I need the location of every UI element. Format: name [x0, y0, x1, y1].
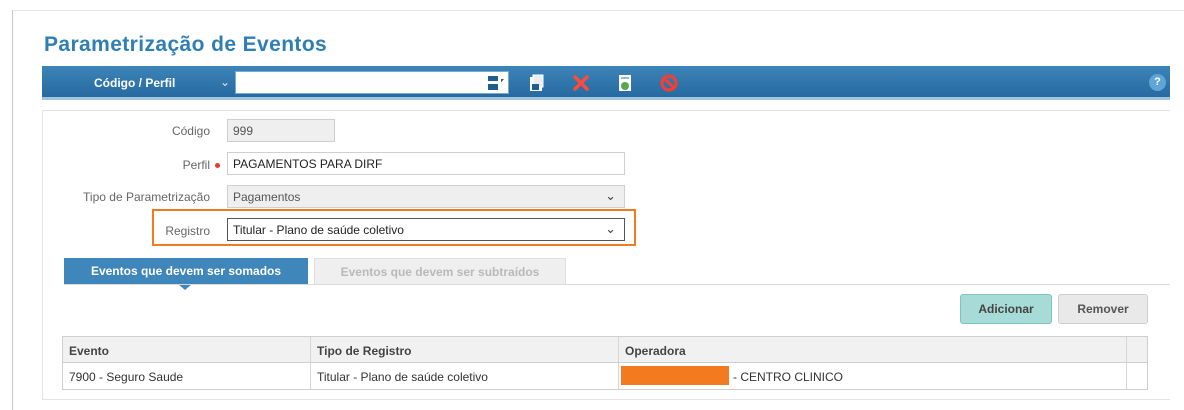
tab-eventos-subtraidos[interactable]: Eventos que devem ser subtraídos — [314, 258, 566, 284]
perfil-label: Perfil — [182, 158, 210, 172]
required-indicator — [215, 163, 220, 168]
remove-button[interactable]: Remover — [1058, 294, 1148, 324]
registro-label: Registro — [165, 224, 210, 238]
events-table: Evento Tipo de Registro Operadora 7900 -… — [62, 336, 1148, 390]
tipo-select: Pagamentos ⌄ — [227, 185, 625, 208]
add-button[interactable]: Adicionar — [960, 294, 1052, 324]
help-icon[interactable]: ? — [1149, 74, 1166, 91]
delete-icon[interactable] — [571, 73, 591, 93]
operadora-text: - CENTRO CLINICO — [733, 370, 844, 384]
chevron-down-icon[interactable]: ⌄ — [605, 221, 616, 237]
toolbar-label: Código / Perfil — [94, 76, 176, 90]
cell-extra — [1127, 363, 1147, 389]
profile-select[interactable] — [235, 71, 509, 94]
toolbar: Código / Perfil ⌄ ? — [42, 66, 1170, 100]
column-header-tipo-registro[interactable]: Tipo de Registro — [311, 337, 619, 362]
cell-tipo-registro: Titular - Plano de saúde coletivo — [311, 363, 619, 389]
chevron-down-icon: ⌄ — [605, 188, 616, 203]
chevron-down-icon[interactable]: ⌄ — [220, 75, 230, 89]
copy-icon[interactable] — [615, 73, 635, 93]
save-as-icon[interactable] — [527, 73, 547, 93]
save-icon[interactable] — [483, 73, 503, 93]
tab-divider — [64, 284, 1170, 285]
column-header-extra — [1127, 337, 1147, 362]
tipo-label: Tipo de Parametrização — [83, 190, 210, 204]
table-header: Evento Tipo de Registro Operadora — [63, 337, 1147, 363]
registro-value: Titular - Plano de saúde coletivo — [233, 223, 404, 237]
column-header-operadora[interactable]: Operadora — [619, 337, 1127, 362]
perfil-value: PAGAMENTOS PARA DIRF — [233, 157, 383, 171]
codigo-field: 999 — [227, 119, 335, 142]
tab-eventos-somados[interactable]: Eventos que devem ser somados — [64, 258, 308, 290]
cancel-icon[interactable] — [659, 73, 679, 93]
column-header-evento[interactable]: Evento — [63, 337, 311, 362]
page-title: Parametrização de Eventos — [44, 33, 328, 56]
perfil-field[interactable]: PAGAMENTOS PARA DIRF — [227, 152, 625, 175]
codigo-label: Código — [171, 124, 210, 138]
codigo-value: 999 — [233, 124, 254, 138]
redaction-block — [621, 366, 729, 385]
registro-select[interactable]: Titular - Plano de saúde coletivo ⌄ — [227, 218, 625, 241]
tab-label: Eventos que devem ser subtraídos — [340, 265, 540, 279]
cell-evento: 7900 - Seguro Saude — [63, 363, 311, 389]
table-row[interactable]: 7900 - Seguro Saude Titular - Plano de s… — [63, 363, 1147, 389]
tab-label: Eventos que devem ser somados — [90, 264, 282, 278]
tipo-value: Pagamentos — [233, 190, 301, 204]
cell-operadora: - CENTRO CLINICO — [619, 363, 1127, 389]
